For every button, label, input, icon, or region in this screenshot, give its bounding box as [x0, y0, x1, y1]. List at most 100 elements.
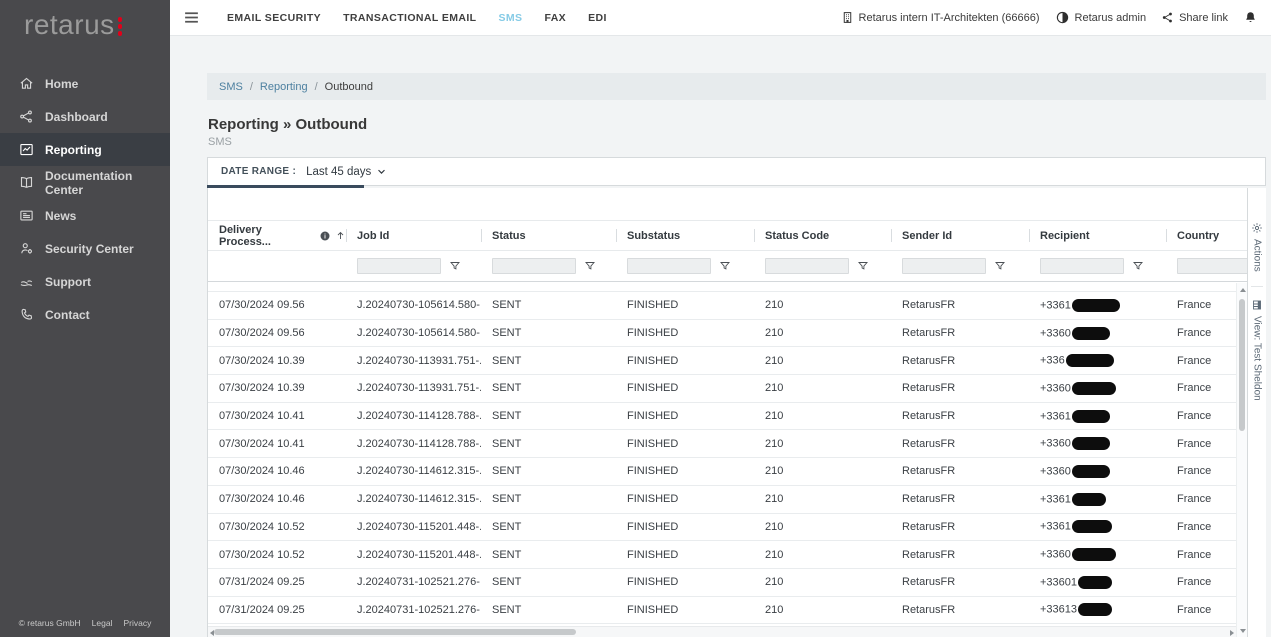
share-link-button[interactable]: Share link: [1161, 11, 1228, 24]
filter-input-status[interactable]: [492, 258, 576, 274]
filter-input-status-code[interactable]: [765, 258, 849, 274]
filter-input-substatus[interactable]: [627, 258, 711, 274]
redacted-recipient: [1072, 493, 1106, 506]
account-selector[interactable]: Retarus intern IT-Architekten (66666): [841, 11, 1040, 24]
side-tab-label: View: Test Sheldon: [1252, 316, 1263, 401]
column-header-substatus[interactable]: Substatus: [616, 221, 754, 250]
cell-status-code: 210: [754, 604, 891, 616]
breadcrumb-current: Outbound: [325, 81, 373, 93]
cell-status-code: 210: [754, 521, 891, 533]
topnav-transactional-email[interactable]: TRANSACTIONAL EMAIL: [343, 12, 476, 24]
partial-row: [208, 283, 1236, 292]
column-label: Sender Id: [902, 230, 952, 242]
sort-ascending-icon[interactable]: [335, 230, 346, 241]
cell-delivery-process: 07/31/2024 09.25: [208, 576, 346, 588]
privacy-link[interactable]: Privacy: [123, 618, 151, 628]
table-row[interactable]: 07/30/2024 10.39J.20240730-113931.751-..…: [208, 375, 1236, 403]
notifications-button[interactable]: [1243, 10, 1258, 25]
sidebar-item-reporting[interactable]: Reporting: [0, 133, 170, 166]
table-row[interactable]: 07/30/2024 09.56J.20240730-105614.580-..…: [208, 292, 1236, 320]
filter-cell-substatus: [616, 251, 754, 281]
topnav-sms[interactable]: SMS: [499, 12, 523, 24]
recipient-prefix: +3361: [1040, 410, 1071, 422]
table-row[interactable]: 07/30/2024 09.56J.20240730-105614.580-..…: [208, 320, 1236, 348]
filter-funnel-icon[interactable]: [449, 260, 461, 272]
filter-cell-sender-id: [891, 251, 1029, 281]
side-tab-view-test-sheldon[interactable]: View: Test Sheldon: [1251, 286, 1263, 415]
filter-cell-country: [1166, 251, 1247, 281]
table-row[interactable]: 07/30/2024 10.41J.20240730-114128.788-..…: [208, 403, 1236, 431]
recipient-prefix: +33613: [1040, 604, 1077, 616]
horizontal-scroll-thumb[interactable]: [214, 629, 576, 635]
column-header-job-id[interactable]: Job Id: [346, 221, 481, 250]
cell-delivery-process: 07/30/2024 10.46: [208, 493, 346, 505]
info-icon[interactable]: [319, 230, 331, 242]
date-range-selector[interactable]: DATE RANGE : Last 45 days: [207, 157, 1266, 186]
cell-job-id: J.20240731-102521.276-...: [346, 604, 481, 616]
cell-delivery-process: 07/30/2024 09.56: [208, 299, 346, 311]
cell-job-id: J.20240730-114612.315-...: [346, 493, 481, 505]
column-header-sender-id[interactable]: Sender Id: [891, 221, 1029, 250]
filter-input-country[interactable]: [1177, 258, 1247, 274]
cell-status: SENT: [481, 410, 616, 422]
table-row[interactable]: 07/31/2024 09.25J.20240731-102521.276-..…: [208, 597, 1236, 625]
vertical-scroll-thumb[interactable]: [1239, 299, 1245, 431]
filter-input-sender-id[interactable]: [902, 258, 986, 274]
table-row[interactable]: 07/30/2024 10.52J.20240730-115201.448-..…: [208, 541, 1236, 569]
sidebar-item-dashboard[interactable]: Dashboard: [0, 100, 170, 133]
scroll-up-icon[interactable]: [1240, 288, 1246, 292]
cell-job-id: J.20240730-113931.751-...: [346, 355, 481, 367]
column-header-status[interactable]: Status: [481, 221, 616, 250]
table-row[interactable]: 07/30/2024 10.39J.20240730-113931.751-..…: [208, 347, 1236, 375]
table-row[interactable]: 07/30/2024 10.46J.20240730-114612.315-..…: [208, 458, 1236, 486]
table-row[interactable]: 07/30/2024 10.46J.20240730-114612.315-..…: [208, 486, 1236, 514]
table-row[interactable]: 07/30/2024 10.52J.20240730-115201.448-..…: [208, 514, 1236, 542]
filter-funnel-icon[interactable]: [857, 260, 869, 272]
recipient-prefix: +3360: [1040, 327, 1071, 339]
logo-text: retarus: [24, 11, 115, 39]
cell-sender-id: RetarusFR: [891, 355, 1029, 367]
filter-funnel-icon[interactable]: [1132, 260, 1144, 272]
topnav-edi[interactable]: EDI: [588, 12, 607, 24]
filter-input-job-id[interactable]: [357, 258, 441, 274]
hamburger-menu-icon[interactable]: [183, 9, 200, 26]
filter-funnel-icon[interactable]: [719, 260, 731, 272]
breadcrumb-sms[interactable]: SMS: [219, 81, 243, 93]
table-row[interactable]: 07/30/2024 10.41J.20240730-114128.788-..…: [208, 430, 1236, 458]
sidebar-item-security-center[interactable]: Security Center: [0, 232, 170, 265]
column-header-country[interactable]: Country: [1166, 221, 1247, 250]
side-tab-actions[interactable]: Actions: [1251, 218, 1263, 286]
column-header-status-code[interactable]: Status Code: [754, 221, 891, 250]
column-header-delivery-process[interactable]: Delivery Process...: [208, 221, 346, 250]
column-header-recipient[interactable]: Recipient: [1029, 221, 1166, 250]
filter-input-recipient[interactable]: [1040, 258, 1124, 274]
scroll-down-icon[interactable]: [1240, 629, 1246, 633]
filter-funnel-icon[interactable]: [584, 260, 596, 272]
horizontal-scrollbar[interactable]: [208, 626, 1236, 637]
cell-country: France: [1166, 327, 1236, 339]
cell-status-code: 210: [754, 549, 891, 561]
topnav-fax[interactable]: FAX: [544, 12, 566, 24]
active-tab-underline: [207, 185, 364, 188]
cell-sender-id: RetarusFR: [891, 465, 1029, 477]
recipient-prefix: +3360: [1040, 438, 1071, 450]
cell-substatus: FINISHED: [616, 604, 754, 616]
table-row[interactable]: 07/31/2024 09.25J.20240731-102521.276-..…: [208, 569, 1236, 597]
table-filter-row: [208, 251, 1247, 282]
sidebar-item-documentation-center[interactable]: Documentation Center: [0, 166, 170, 199]
cell-sender-id: RetarusFR: [891, 382, 1029, 394]
cell-recipient: +3361: [1029, 493, 1166, 506]
filter-funnel-icon[interactable]: [994, 260, 1006, 272]
sidebar-item-news[interactable]: News: [0, 199, 170, 232]
vertical-scrollbar[interactable]: [1236, 283, 1247, 637]
sidebar-item-contact[interactable]: Contact: [0, 298, 170, 331]
account-label: Retarus intern IT-Architekten (66666): [859, 12, 1040, 24]
user-menu[interactable]: Retarus admin: [1055, 10, 1147, 25]
legal-link[interactable]: Legal: [92, 618, 113, 628]
sidebar-item-support[interactable]: Support: [0, 265, 170, 298]
cell-status: SENT: [481, 521, 616, 533]
scroll-right-icon[interactable]: [1230, 630, 1234, 636]
sidebar-item-home[interactable]: Home: [0, 67, 170, 100]
topnav-email-security[interactable]: EMAIL SECURITY: [227, 12, 321, 24]
breadcrumb-reporting[interactable]: Reporting: [260, 81, 308, 93]
